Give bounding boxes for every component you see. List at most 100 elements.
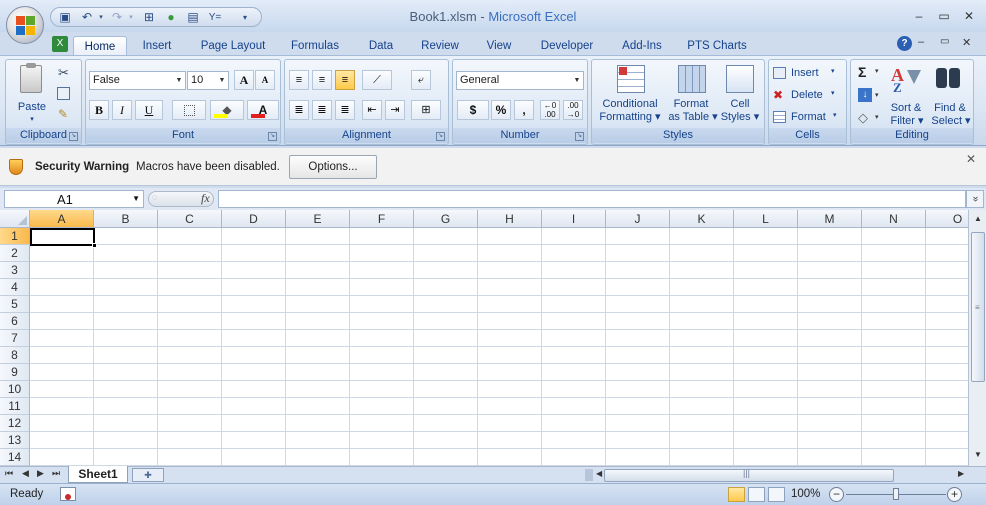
increase-indent-button[interactable]: ⇥ [385, 100, 405, 120]
align-center-button[interactable]: ≣ [312, 100, 332, 120]
zoom-level[interactable]: 100% [791, 488, 820, 500]
row-header-5[interactable]: 5 [0, 296, 30, 313]
column-header-i[interactable]: I [542, 210, 606, 228]
tab-developer[interactable]: Developer [534, 36, 600, 56]
fill-handle[interactable] [92, 243, 97, 248]
name-box[interactable]: A1 ▼ [4, 190, 144, 208]
select-all-button[interactable] [0, 210, 30, 228]
align-left-button[interactable]: ≣ [289, 100, 309, 120]
font-size-dropdown-icon[interactable]: ▼ [216, 72, 228, 89]
fill-icon[interactable]: ↓ [858, 88, 872, 102]
increase-decimal-button[interactable]: ←0.00 [540, 100, 560, 120]
active-cell[interactable] [30, 228, 97, 248]
format-cells-button[interactable]: Format ▾ [773, 109, 845, 127]
paste-button[interactable]: Paste ▾ [12, 63, 52, 123]
italic-button[interactable]: I [112, 100, 132, 120]
column-header-n[interactable]: N [862, 210, 926, 228]
page-layout-view-icon[interactable] [748, 487, 765, 502]
row-header-11[interactable]: 11 [0, 398, 30, 415]
insert-function-button[interactable]: fx [201, 191, 210, 206]
clipboard-launcher-icon[interactable]: ↘ [69, 132, 78, 141]
wrap-text-button[interactable]: ⤶ [411, 70, 431, 90]
number-format-dropdown-icon[interactable]: ▼ [571, 72, 583, 89]
row-header-8[interactable]: 8 [0, 347, 30, 364]
decrease-indent-button[interactable]: ⇤ [362, 100, 382, 120]
currency-button[interactable]: $ [457, 100, 489, 120]
close-button[interactable]: ✕ [960, 9, 978, 23]
sheet-tab-sheet1[interactable]: Sheet1 [68, 466, 128, 483]
tab-add-ins[interactable]: Add-Ins [614, 36, 670, 56]
column-header-g[interactable]: G [414, 210, 478, 228]
font-name-dropdown-icon[interactable]: ▼ [173, 72, 185, 89]
excel-doc-icon[interactable]: X [52, 36, 68, 52]
scroll-up-button[interactable]: ▲ [971, 212, 985, 226]
fill-color-button[interactable]: ◆ [210, 100, 244, 120]
cell-styles-button[interactable]: Cell Styles ▾ [718, 62, 762, 128]
tab-insert[interactable]: Insert [134, 36, 180, 56]
formula-input[interactable] [218, 190, 966, 208]
workbook-close-icon[interactable]: ✕ [962, 36, 971, 49]
row-header-14[interactable]: 14 [0, 449, 30, 466]
clear-dropdown-icon[interactable]: ▾ [875, 113, 879, 121]
zoom-slider-thumb[interactable] [893, 488, 899, 500]
page-break-view-icon[interactable] [768, 487, 785, 502]
worksheet-grid[interactable]: ABCDEFGHIJKLMNO 1 2 3 4 5 6 7 8 9 10 11 12 13 14 [0, 210, 968, 466]
macro-record-icon[interactable] [60, 487, 76, 501]
percent-button[interactable]: % [491, 100, 511, 120]
column-header-l[interactable]: L [734, 210, 798, 228]
orientation-button[interactable]: ⟋ [362, 70, 392, 90]
copy-icon[interactable] [57, 87, 70, 100]
autosum-dropdown-icon[interactable]: ▾ [875, 67, 879, 75]
column-header-h[interactable]: H [478, 210, 542, 228]
row-header-9[interactable]: 9 [0, 364, 30, 381]
tab-data[interactable]: Data [362, 36, 400, 56]
sort-filter-button[interactable]: A Z Sort & Filter ▾ [885, 62, 927, 128]
vertical-scroll-thumb[interactable]: ≡ [971, 232, 985, 382]
tab-page-layout[interactable]: Page Layout [196, 36, 270, 56]
prev-sheet-icon[interactable]: ◀ [22, 468, 29, 479]
row-header-1[interactable]: 1 [0, 228, 30, 245]
minimize-button[interactable]: – [910, 9, 928, 23]
tab-review[interactable]: Review [416, 36, 464, 56]
fill-dropdown-icon[interactable]: ▾ [875, 91, 879, 99]
format-as-table-button[interactable]: Format as Table ▾ [666, 62, 718, 128]
column-header-j[interactable]: J [606, 210, 670, 228]
tab-home[interactable]: Home [73, 36, 127, 56]
align-bottom-button[interactable]: ≡ [335, 70, 355, 90]
column-header-d[interactable]: D [222, 210, 286, 228]
align-middle-button[interactable]: ≡ [312, 70, 332, 90]
normal-view-icon[interactable] [728, 487, 745, 502]
comma-button[interactable]: , [514, 100, 534, 120]
delete-cells-button[interactable]: ✖ Delete ▾ [773, 87, 845, 105]
insert-cells-button[interactable]: Insert ▾ [773, 65, 845, 83]
expand-formula-bar-button[interactable]: » [966, 190, 984, 208]
row-header-13[interactable]: 13 [0, 432, 30, 449]
workbook-minimize-icon[interactable]: – [918, 36, 924, 48]
options-button[interactable]: Options... [289, 155, 377, 179]
column-header-k[interactable]: K [670, 210, 734, 228]
insert-sheet-icon[interactable]: ✚ [132, 468, 164, 482]
scroll-down-button[interactable]: ▼ [971, 448, 985, 462]
help-icon[interactable]: ? [897, 36, 912, 51]
row-header-12[interactable]: 12 [0, 415, 30, 432]
number-launcher-icon[interactable]: ↘ [575, 132, 584, 141]
find-select-button[interactable]: Find & Select ▾ [929, 62, 971, 128]
first-sheet-icon[interactable]: ⏮ [5, 468, 13, 479]
format-painter-icon[interactable]: ✎ [58, 107, 68, 121]
row-header-10[interactable]: 10 [0, 381, 30, 398]
scroll-left-button[interactable]: ◀ [596, 469, 602, 478]
security-close-button[interactable]: ✕ [966, 152, 976, 166]
horizontal-scroll-thumb[interactable]: ||| [604, 468, 894, 482]
conditional-formatting-button[interactable]: Conditional Formatting ▾ [595, 62, 665, 128]
column-header-f[interactable]: F [350, 210, 414, 228]
column-header-e[interactable]: E [286, 210, 350, 228]
row-header-2[interactable]: 2 [0, 245, 30, 262]
number-format-box[interactable]: General ▼ [456, 71, 584, 90]
font-launcher-icon[interactable]: ↘ [268, 132, 277, 141]
align-right-button[interactable]: ≣ [335, 100, 355, 120]
borders-button[interactable] [172, 100, 206, 120]
column-header-a[interactable]: A [30, 210, 94, 228]
zoom-in-icon[interactable]: + [947, 487, 962, 502]
restore-button[interactable]: ▭ [935, 9, 953, 23]
row-header-7[interactable]: 7 [0, 330, 30, 347]
